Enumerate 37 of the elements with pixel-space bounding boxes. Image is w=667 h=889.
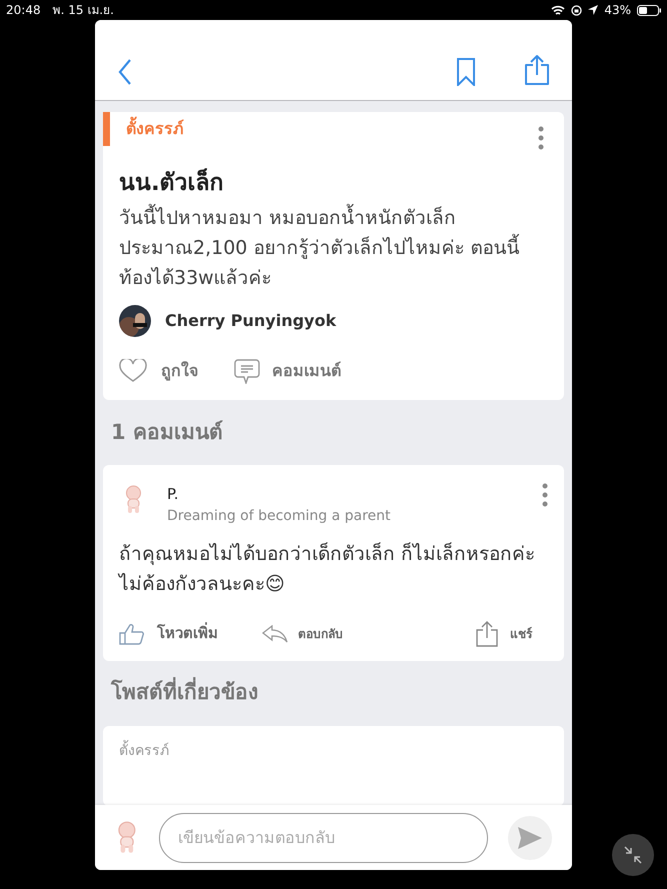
more-options-icon[interactable] — [538, 126, 544, 150]
reply-arrow-icon — [262, 624, 288, 642]
battery-icon — [637, 4, 661, 16]
location-arrow-icon — [588, 5, 598, 15]
commenter-name[interactable]: P. — [167, 483, 542, 506]
send-icon — [518, 826, 542, 848]
heart-icon — [119, 359, 147, 383]
battery-percent: 43% — [604, 2, 631, 19]
share-icon[interactable] — [524, 54, 550, 86]
comment-text: ถ้าคุณหมอไม่ได้บอกว่าเด็กตัวเล็ก ก็ไม่เล็กหรอกค่ะ ไม่ค้องกังวลนะคะ😊 — [119, 541, 536, 596]
category-accent-bar — [103, 112, 110, 146]
speech-bubble-icon — [234, 358, 260, 384]
baby-avatar-icon — [123, 485, 144, 515]
send-button[interactable] — [508, 816, 552, 860]
thumbs-up-icon — [119, 622, 145, 644]
more-options-icon[interactable] — [542, 483, 548, 507]
rotation-lock-icon — [571, 4, 582, 16]
bookmark-icon[interactable] — [456, 58, 476, 86]
share-icon — [476, 620, 498, 646]
minimize-button[interactable] — [612, 834, 654, 876]
vote-button[interactable]: โหวตเพิ่ม — [119, 622, 218, 645]
reply-button[interactable]: ตอบกลับ — [262, 624, 343, 642]
related-heading: โพสต์ที่เกี่ยวข้อง — [111, 676, 564, 708]
comments-heading: 1 คอมเมนต์ — [111, 418, 224, 446]
post-title: นน.ตัวเล็ก — [119, 167, 225, 198]
like-button[interactable]: ถูกใจ — [119, 359, 198, 383]
post-body: วันนี้ไปหาหมอมา หมอบอกน้ำหนักตัวเล็ก ประมาณ2,100 อยากรู้ว่าตัวเล็กไปไหมค่ะ ตอนนี้ท้องได้33wแล้วค่ะ — [119, 202, 548, 292]
commenter-tagline: Dreaming of becoming a parent — [167, 506, 392, 526]
comment-button[interactable]: คอมเมนต์ — [234, 358, 341, 384]
wifi-icon — [551, 4, 566, 16]
share-comment-button[interactable]: แชร์ — [476, 620, 532, 646]
collapse-arrows-icon — [624, 846, 642, 864]
reply-input-field[interactable]: เขียนข้อความตอบกลับ — [158, 812, 488, 862]
status-time: 20:48 — [6, 2, 41, 19]
status-date: พ. 15 เม.ย. — [52, 2, 114, 19]
author-name[interactable]: Cherry Punyingyok — [165, 308, 336, 332]
back-icon[interactable] — [117, 58, 133, 86]
